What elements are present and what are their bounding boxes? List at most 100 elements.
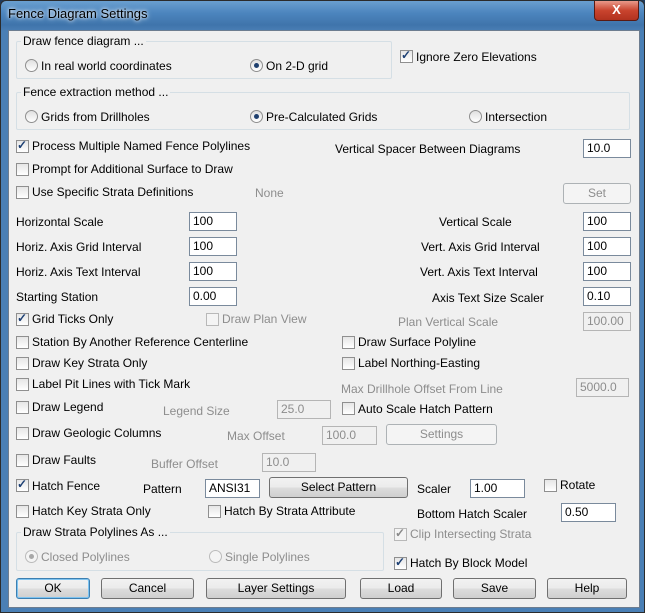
grids-from-drillholes-label: Grids from Drillholes <box>41 110 150 124</box>
buffer-offset-input[interactable]: 10.0 <box>262 453 316 472</box>
max-drillhole-offset-label: Max Drillhole Offset From Line <box>341 382 503 396</box>
draw-faults-checkbox[interactable] <box>16 454 29 467</box>
hatch-key-strata-checkbox[interactable] <box>16 505 29 518</box>
axis-text-size-input[interactable]: 0.10 <box>583 287 631 306</box>
draw-key-strata-checkbox[interactable] <box>16 357 29 370</box>
horizontal-scale-input[interactable]: 100 <box>189 212 237 231</box>
vert-text-label: Vert. Axis Text Interval <box>420 265 538 279</box>
station-ref-label: Station By Another Reference Centerline <box>32 335 249 349</box>
closed-polylines-radio[interactable] <box>25 550 38 563</box>
vertical-scale-label: Vertical Scale <box>439 215 512 229</box>
rotate-label: Rotate <box>560 478 596 492</box>
auto-scale-hatch-label: Auto Scale Hatch Pattern <box>358 402 493 416</box>
draw-plan-view-checkbox[interactable] <box>206 313 219 326</box>
label-pit-lines-checkbox[interactable] <box>16 378 29 391</box>
real-world-label: In real world coordinates <box>41 59 172 73</box>
draw-surface-polyline-checkbox[interactable] <box>342 336 355 349</box>
draw-surface-polyline-label: Draw Surface Polyline <box>358 335 477 349</box>
horizontal-scale-label: Horizontal Scale <box>16 215 104 229</box>
ignore-zero-checkbox[interactable] <box>400 48 413 63</box>
grid-2d-radio[interactable] <box>250 59 263 72</box>
vertical-spacer-input[interactable]: 10.0 <box>583 139 631 158</box>
cancel-button[interactable]: Cancel <box>101 578 194 599</box>
geologic-settings-button[interactable]: Settings <box>386 424 497 445</box>
clip-intersecting-checkbox[interactable] <box>394 526 407 541</box>
save-button[interactable]: Save <box>453 578 536 599</box>
hatch-fence-checkbox[interactable] <box>16 477 29 492</box>
label-pit-lines-label: Label Pit Lines with Tick Mark <box>32 377 191 391</box>
label-northing-checkbox[interactable] <box>342 357 355 370</box>
vertical-scale-input[interactable]: 100 <box>583 212 631 231</box>
hatch-block-model-label: Hatch By Block Model <box>410 556 528 570</box>
geologic-columns-label: Draw Geologic Columns <box>32 426 162 440</box>
scaler-input[interactable]: 1.00 <box>470 479 525 498</box>
buffer-offset-label: Buffer Offset <box>151 457 218 471</box>
specific-strata-value: None <box>255 186 284 200</box>
horiz-text-input[interactable]: 100 <box>189 262 237 281</box>
bottom-hatch-input[interactable]: 0.50 <box>561 503 616 522</box>
process-multiple-label: Process Multiple Named Fence Polylines <box>32 139 251 153</box>
grid-2d-label: On 2-D grid <box>266 59 329 73</box>
specific-strata-label: Use Specific Strata Definitions <box>32 185 194 199</box>
intersection-radio[interactable] <box>469 110 482 123</box>
starting-station-input[interactable]: 0.00 <box>189 287 237 306</box>
pattern-input[interactable]: ANSI31 <box>205 479 260 498</box>
legend-size-input[interactable]: 25.0 <box>277 400 331 419</box>
set-button[interactable]: Set <box>563 183 631 204</box>
max-offset-input[interactable]: 100.0 <box>322 426 377 445</box>
vertical-spacer-label: Vertical Spacer Between Diagrams <box>335 142 521 156</box>
ignore-zero-label: Ignore Zero Elevations <box>416 50 537 64</box>
draw-faults-label: Draw Faults <box>32 453 97 467</box>
draw-legend-checkbox[interactable] <box>16 401 29 414</box>
title-bar[interactable]: Fence Diagram Settings X <box>1 1 644 29</box>
hatch-by-attribute-label: Hatch By Strata Attribute <box>224 504 356 518</box>
layer-settings-button[interactable]: Layer Settings <box>206 578 346 599</box>
prompt-surface-checkbox[interactable] <box>16 163 29 176</box>
max-offset-label: Max Offset <box>227 429 285 443</box>
geologic-columns-checkbox[interactable] <box>16 427 29 440</box>
vert-grid-label: Vert. Axis Grid Interval <box>421 240 540 254</box>
plan-vertical-scale-input[interactable]: 100.00 <box>583 312 631 331</box>
grid-ticks-checkbox[interactable] <box>16 311 29 326</box>
axis-text-size-label: Axis Text Size Scaler <box>432 291 544 305</box>
select-pattern-button[interactable]: Select Pattern <box>269 477 408 498</box>
intersection-label: Intersection <box>485 110 548 124</box>
hatch-fence-label: Hatch Fence <box>32 479 101 493</box>
real-world-radio[interactable] <box>25 59 38 72</box>
help-button[interactable]: Help <box>547 578 627 599</box>
draw-key-strata-label: Draw Key Strata Only <box>32 356 148 370</box>
pre-calculated-label: Pre-Calculated Grids <box>266 110 378 124</box>
vert-grid-input[interactable]: 100 <box>583 237 631 256</box>
clip-intersecting-label: Clip Intersecting Strata <box>410 527 532 541</box>
close-button[interactable]: X <box>594 1 639 21</box>
grids-from-drillholes-radio[interactable] <box>25 110 38 123</box>
legend-size-label: Legend Size <box>163 404 230 418</box>
pre-calculated-radio[interactable] <box>250 110 263 123</box>
dialog-window: Fence Diagram Settings X Draw fence diag… <box>0 0 645 613</box>
horiz-grid-label: Horiz. Axis Grid Interval <box>16 240 142 254</box>
starting-station-label: Starting Station <box>16 290 99 304</box>
ok-button[interactable]: OK <box>16 578 90 599</box>
bottom-hatch-label: Bottom Hatch Scaler <box>417 507 528 521</box>
single-polylines-radio[interactable] <box>209 550 222 563</box>
strata-polylines-group-title: Draw Strata Polylines As ... <box>21 525 170 539</box>
draw-plan-view-label: Draw Plan View <box>222 312 307 326</box>
max-drillhole-offset-input[interactable]: 5000.0 <box>576 378 629 397</box>
load-button[interactable]: Load <box>360 578 442 599</box>
hatch-by-attribute-checkbox[interactable] <box>208 505 221 518</box>
vert-text-input[interactable]: 100 <box>583 262 631 281</box>
hatch-block-model-checkbox[interactable] <box>394 555 407 570</box>
prompt-surface-label: Prompt for Additional Surface to Draw <box>32 162 233 176</box>
dialog-client-area: Draw fence diagram ... In real world coo… <box>8 30 640 608</box>
draw-fence-group-title: Draw fence diagram ... <box>21 34 146 48</box>
closed-polylines-label: Closed Polylines <box>41 550 130 564</box>
label-northing-label: Label Northing-Easting <box>358 356 481 370</box>
horiz-grid-input[interactable]: 100 <box>189 237 237 256</box>
specific-strata-checkbox[interactable] <box>16 186 29 199</box>
station-ref-checkbox[interactable] <box>16 336 29 349</box>
grid-ticks-label: Grid Ticks Only <box>32 312 114 326</box>
process-multiple-checkbox[interactable] <box>16 138 29 153</box>
rotate-checkbox[interactable] <box>544 479 557 492</box>
pattern-label: Pattern <box>143 482 182 496</box>
auto-scale-hatch-checkbox[interactable] <box>342 402 355 415</box>
